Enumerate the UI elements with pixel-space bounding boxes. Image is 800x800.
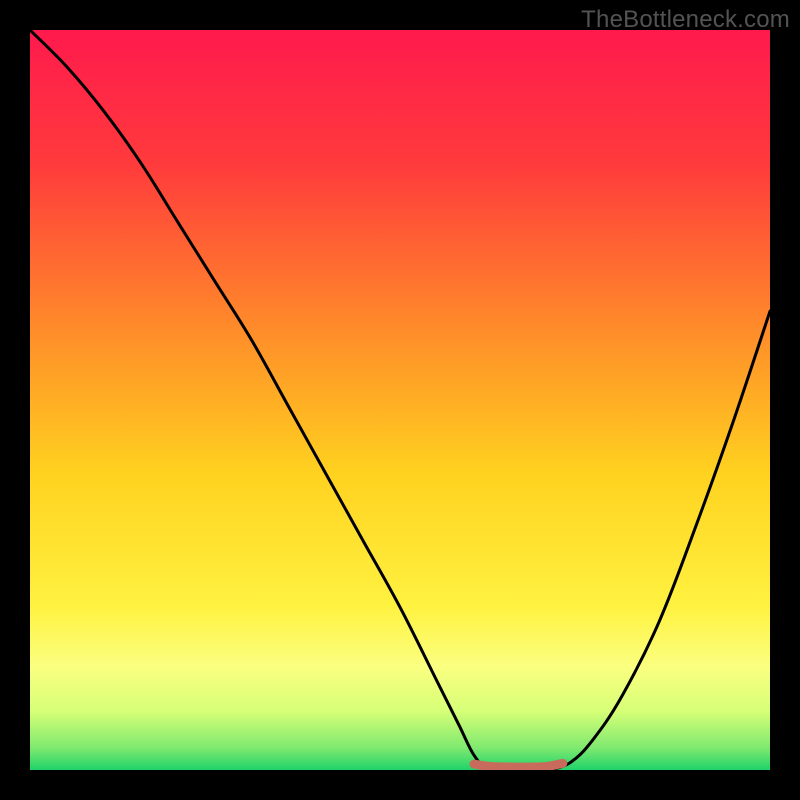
watermark-text: TheBottleneck.com (581, 6, 790, 34)
optimal-region-marker (474, 763, 563, 767)
gradient-background (30, 30, 770, 770)
bottleneck-chart (0, 0, 800, 800)
chart-frame: TheBottleneck.com (0, 0, 800, 800)
